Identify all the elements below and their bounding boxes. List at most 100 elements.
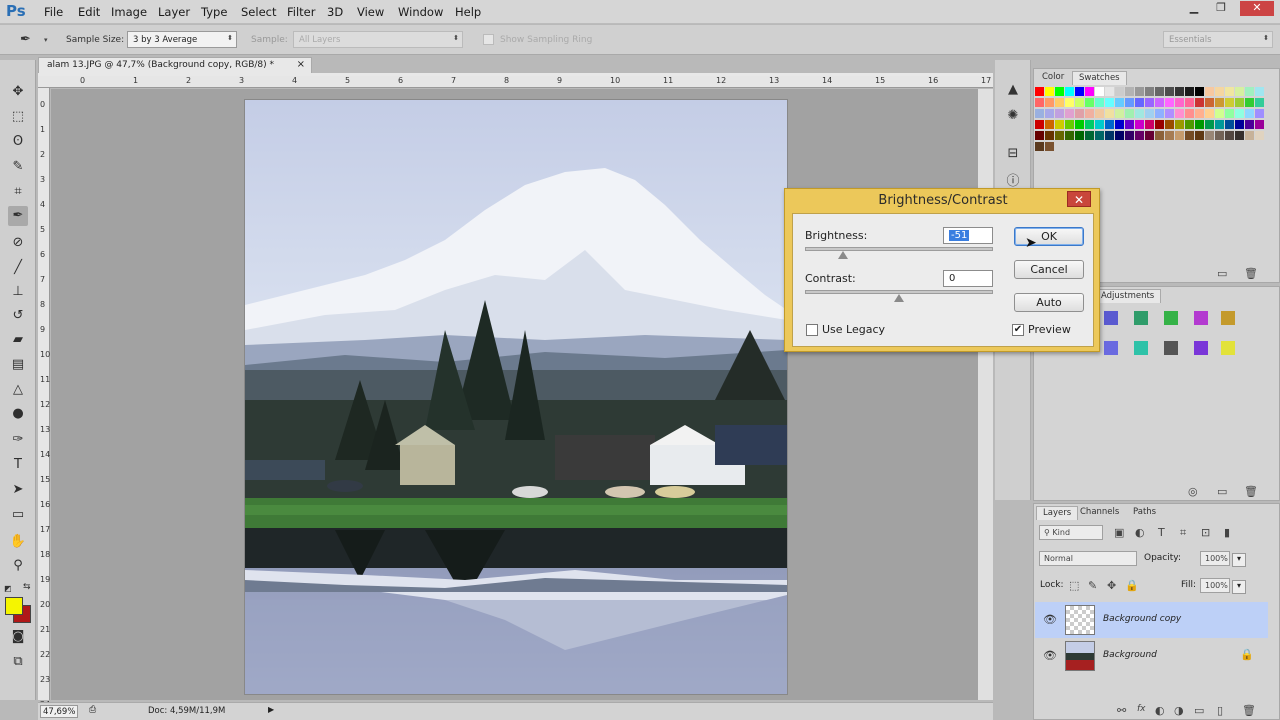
- menu-help[interactable]: Help: [455, 5, 481, 19]
- pen-tool-icon[interactable]: ✑: [8, 430, 28, 450]
- add-mask-icon[interactable]: ◐: [1155, 704, 1165, 717]
- close-window-button[interactable]: ✕: [1240, 1, 1274, 16]
- vibrance-adj-icon[interactable]: [1194, 311, 1208, 325]
- color-swatch[interactable]: [1045, 87, 1054, 96]
- color-swatch[interactable]: [1245, 131, 1254, 140]
- zoom-field[interactable]: 47,69%: [40, 705, 78, 718]
- photo-filter-adj-icon[interactable]: [1164, 341, 1178, 355]
- quick-mask-icon[interactable]: ◙: [8, 627, 28, 647]
- color-swatch[interactable]: [1115, 120, 1124, 129]
- channel-mixer-adj-icon[interactable]: [1194, 341, 1208, 355]
- history-brush-icon[interactable]: ↺: [8, 306, 28, 326]
- color-swatch[interactable]: [1255, 87, 1264, 96]
- opacity-dropdown-icon[interactable]: ▾: [1232, 553, 1246, 567]
- quick-select-tool-icon[interactable]: ✎: [8, 157, 28, 177]
- color-swatch[interactable]: [1155, 87, 1164, 96]
- color-swatch[interactable]: [1065, 98, 1074, 107]
- brush-tool-icon[interactable]: ╱: [8, 258, 28, 278]
- hand-tool-icon[interactable]: ✋: [8, 532, 28, 552]
- opacity-field[interactable]: 100%: [1200, 551, 1230, 566]
- color-swatch[interactable]: [1225, 131, 1234, 140]
- color-balance-adj-icon[interactable]: [1104, 341, 1118, 355]
- tab-color[interactable]: Color: [1036, 71, 1070, 85]
- new-adjustment-icon[interactable]: ◑: [1174, 704, 1184, 717]
- color-swatch[interactable]: [1105, 131, 1114, 140]
- color-swatch[interactable]: [1145, 87, 1154, 96]
- contrast-slider-thumb[interactable]: [894, 294, 904, 302]
- color-swatch[interactable]: [1155, 120, 1164, 129]
- color-swatch[interactable]: [1165, 98, 1174, 107]
- color-swatch[interactable]: [1035, 120, 1044, 129]
- eraser-tool-icon[interactable]: ▰: [8, 330, 28, 350]
- color-swatch[interactable]: [1205, 98, 1214, 107]
- color-swatch[interactable]: [1175, 109, 1184, 118]
- color-swatch[interactable]: [1135, 120, 1144, 129]
- hue-sat-adj-icon[interactable]: [1221, 311, 1235, 325]
- adjustment-filter-icon[interactable]: ◐: [1135, 526, 1145, 539]
- color-swatch[interactable]: [1205, 120, 1214, 129]
- use-legacy-checkbox[interactable]: [806, 324, 818, 336]
- color-swatch[interactable]: [1135, 98, 1144, 107]
- color-swatch[interactable]: [1105, 98, 1114, 107]
- color-swatch[interactable]: [1055, 120, 1064, 129]
- color-swatch[interactable]: [1245, 87, 1254, 96]
- menu-edit[interactable]: Edit: [78, 5, 100, 19]
- zoom-tool-icon[interactable]: ⚲: [8, 556, 28, 576]
- color-swatch[interactable]: [1195, 109, 1204, 118]
- color-swatch[interactable]: [1075, 109, 1084, 118]
- blur-tool-icon[interactable]: △: [8, 380, 28, 400]
- color-swatch[interactable]: [1065, 120, 1074, 129]
- horizontal-ruler[interactable]: 0 1 2 3 4 5 6 7 8 9 10 11 12 13 14 15 16 17: [38, 76, 993, 88]
- color-swatch[interactable]: [1235, 131, 1244, 140]
- dodge-tool-icon[interactable]: ●: [8, 404, 28, 424]
- tab-swatches[interactable]: Swatches: [1072, 71, 1127, 85]
- menu-window[interactable]: Window: [398, 5, 443, 19]
- color-swatch[interactable]: [1085, 120, 1094, 129]
- color-swatch[interactable]: [1175, 87, 1184, 96]
- marquee-tool-icon[interactable]: ⬚: [8, 107, 28, 127]
- color-swatch[interactable]: [1215, 109, 1224, 118]
- color-swatch[interactable]: [1075, 87, 1084, 96]
- pixel-filter-icon[interactable]: ▣: [1114, 526, 1124, 539]
- lasso-tool-icon[interactable]: ʘ: [8, 132, 28, 152]
- color-swatch[interactable]: [1165, 109, 1174, 118]
- color-swatch[interactable]: [1045, 131, 1054, 140]
- status-icon[interactable]: ⎙: [89, 705, 96, 715]
- document-image[interactable]: [245, 100, 787, 694]
- color-swatch[interactable]: [1175, 120, 1184, 129]
- color-swatch[interactable]: [1225, 109, 1234, 118]
- new-group-icon[interactable]: ▭: [1194, 704, 1204, 717]
- color-swatch[interactable]: [1235, 87, 1244, 96]
- shape-filter-icon[interactable]: ⌗: [1180, 526, 1186, 540]
- gradient-tool-icon[interactable]: ▤: [8, 355, 28, 375]
- adj-clip-icon[interactable]: ◎: [1188, 485, 1198, 498]
- color-swatch[interactable]: [1165, 131, 1174, 140]
- healing-tool-icon[interactable]: ⊘: [8, 233, 28, 253]
- color-swatch[interactable]: [1055, 98, 1064, 107]
- default-colors-icon[interactable]: ◩: [4, 584, 12, 593]
- color-swatch[interactable]: [1225, 120, 1234, 129]
- color-swatch[interactable]: [1235, 120, 1244, 129]
- tab-adjustments[interactable]: Adjustments: [1094, 289, 1162, 303]
- new-swatch-icon[interactable]: ▭: [1217, 267, 1227, 280]
- fill-field[interactable]: 100%: [1200, 578, 1230, 593]
- adj-new-icon[interactable]: ▭: [1217, 485, 1227, 498]
- color-swatch[interactable]: [1245, 98, 1254, 107]
- color-swatch[interactable]: [1035, 98, 1044, 107]
- layer-row-background-copy[interactable]: 👁 Background copy: [1035, 602, 1268, 638]
- history-panel-icon[interactable]: ▲: [1003, 80, 1023, 100]
- menu-type[interactable]: Type: [201, 5, 227, 19]
- contrast-input[interactable]: 0: [943, 270, 993, 287]
- color-swatch[interactable]: [1045, 98, 1054, 107]
- menu-layer[interactable]: Layer: [158, 5, 190, 19]
- eyedropper-tool-icon[interactable]: ✒: [8, 206, 28, 226]
- color-swatch[interactable]: [1195, 98, 1204, 107]
- color-swatch[interactable]: [1125, 131, 1134, 140]
- color-swatch[interactable]: [1195, 87, 1204, 96]
- link-layers-icon[interactable]: ⚯: [1117, 704, 1126, 717]
- brightness-slider-track[interactable]: [805, 247, 993, 251]
- bw-adj-icon[interactable]: [1134, 341, 1148, 355]
- color-swatch[interactable]: [1155, 98, 1164, 107]
- path-select-tool-icon[interactable]: ➤: [8, 480, 28, 500]
- preview-checkbox[interactable]: ✔: [1012, 324, 1024, 336]
